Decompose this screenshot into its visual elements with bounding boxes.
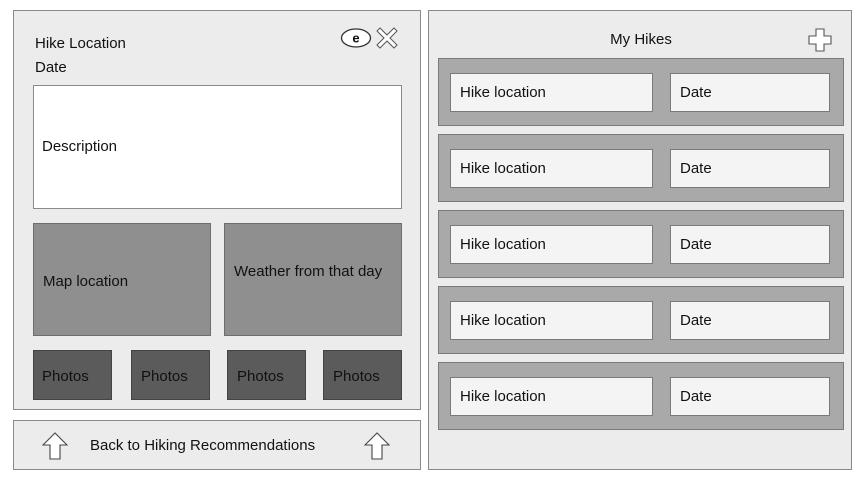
- hike-list-item[interactable]: Hike location Date: [438, 210, 844, 278]
- my-hikes-panel: My Hikes Hike location Date Hike locatio…: [428, 10, 852, 470]
- hike-location-title: Hike Location: [35, 35, 126, 52]
- map-location-box[interactable]: Map location: [33, 223, 211, 336]
- hike-list-item[interactable]: Hike location Date: [438, 58, 844, 126]
- photo-label: Photos: [237, 368, 284, 385]
- my-hikes-title: My Hikes: [610, 31, 672, 48]
- map-location-label: Map location: [43, 273, 129, 290]
- photo-thumbnail[interactable]: Photos: [227, 350, 306, 400]
- hike-list-item[interactable]: Hike location Date: [438, 362, 844, 430]
- hike-date-cell: Date: [670, 301, 830, 340]
- hike-location-cell: Hike location: [450, 149, 653, 188]
- hike-date-cell: Date: [670, 149, 830, 188]
- hike-date-cell: Date: [670, 225, 830, 264]
- photo-thumbnail[interactable]: Photos: [131, 350, 210, 400]
- photo-label: Photos: [42, 368, 89, 385]
- up-arrow-icon: [364, 432, 390, 460]
- hike-date-cell: Date: [670, 377, 830, 416]
- hike-date: Date: [35, 59, 67, 76]
- description-box[interactable]: Description: [33, 85, 402, 209]
- hike-location-cell: Hike location: [450, 301, 653, 340]
- description-label: Description: [42, 138, 118, 155]
- weather-box: Weather from that day: [224, 223, 402, 336]
- back-button-label: Back to Hiking Recommendations: [90, 437, 316, 454]
- weather-label: Weather from that day: [234, 263, 383, 280]
- hike-list-item[interactable]: Hike location Date: [438, 134, 844, 202]
- hike-location-cell: Hike location: [450, 225, 653, 264]
- up-arrow-icon: [42, 432, 68, 460]
- edit-icon-letter: e: [352, 31, 359, 46]
- photo-thumbnail[interactable]: Photos: [33, 350, 112, 400]
- edit-icon[interactable]: e: [340, 27, 372, 49]
- photo-thumbnail[interactable]: Photos: [323, 350, 402, 400]
- add-hike-icon[interactable]: [808, 28, 832, 52]
- hike-location-cell: Hike location: [450, 377, 653, 416]
- back-to-recommendations-button[interactable]: Back to Hiking Recommendations: [13, 420, 421, 470]
- hike-location-cell: Hike location: [450, 73, 653, 112]
- hike-list-item[interactable]: Hike location Date: [438, 286, 844, 354]
- photo-label: Photos: [141, 368, 188, 385]
- hike-detail-panel: Hike Location Date e Description Map loc…: [13, 10, 421, 410]
- close-icon[interactable]: [376, 27, 398, 49]
- hike-date-cell: Date: [670, 73, 830, 112]
- photo-label: Photos: [333, 368, 380, 385]
